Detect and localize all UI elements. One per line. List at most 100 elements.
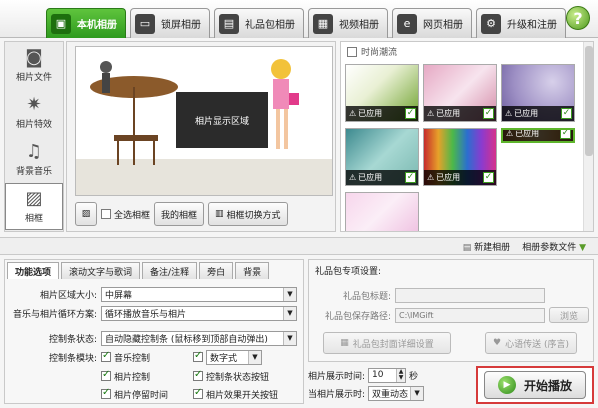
photo-ctrl-option[interactable]: 相片控制 — [101, 369, 193, 383]
wish-message-button[interactable]: ♥ 心语传送 (序言) — [485, 332, 577, 354]
applied-check-icon[interactable]: ✓ — [483, 108, 494, 119]
area-size-select[interactable]: 中屏幕 ▼ — [101, 286, 297, 302]
category-checkbox[interactable] — [347, 46, 357, 57]
my-frames-label: 我的相框 — [161, 210, 198, 221]
effect-switch-label: 相片效果开关按钮 — [206, 390, 279, 401]
start-play-button[interactable]: ▶ 开始播放 — [484, 371, 586, 399]
loop-select[interactable]: 循环播放音乐与相片 ▼ — [101, 305, 297, 321]
frame-thumbnail[interactable]: ⚠ 已应用 ✓ — [501, 64, 575, 122]
ctrl-module-row-2: 相片控制 控制条状态按钮 — [5, 368, 301, 384]
film-icon: ▦ — [313, 13, 333, 34]
applied-check-icon[interactable]: ✓ — [560, 130, 571, 139]
digital-option[interactable]: 数字式 ▼ — [193, 349, 266, 365]
chevron-down-icon: ▼ — [410, 386, 424, 400]
frame-gallery: 时尚潮流 ⚠ 已应用 ✓ ⚠ 已应用 ✓ ⚠ 已应用 ✓ ⚠ 已应用 ✓ ⚠ 已应用 ✓ ⚠ 已应用 ✓ — [340, 41, 594, 232]
digital-checkbox[interactable] — [193, 350, 203, 362]
frame-thumbnail-selected[interactable]: ⚠ 已应用 ✓ — [501, 128, 575, 143]
warning-icon: ⚠ — [506, 129, 514, 138]
applied-label: 已应用 — [514, 109, 539, 118]
gift-path-input[interactable]: C:\IMGift — [395, 307, 545, 323]
gift-title-input[interactable] — [395, 288, 545, 303]
tab-local-album[interactable]: ▣ 本机相册 — [46, 8, 126, 38]
album-param-file-link[interactable]: 相册参数文件 ▼ — [522, 240, 586, 253]
play-icon: ▶ — [497, 376, 516, 394]
new-album-link[interactable]: ▤ 新建相册 — [463, 240, 510, 253]
warning-icon: ⚠ — [427, 173, 435, 182]
my-frames-button[interactable]: 我的相框 — [154, 202, 205, 226]
tab-upgrade-register[interactable]: ⚙ 升级和注册 — [476, 8, 566, 38]
gallery-category[interactable]: 时尚潮流 — [347, 45, 397, 58]
frame-thumbnail[interactable]: ⚠ 已应用 ✓ — [423, 128, 497, 186]
frame-switch-mode-button[interactable]: ▥ 相框切换方式 — [208, 202, 288, 226]
warning-icon: ⚠ — [349, 173, 357, 182]
side-nav-label: 相片特效 — [15, 120, 52, 130]
frame-thumbnail[interactable]: ⚠ 已应用 ✓ — [345, 128, 419, 186]
select-all-checkbox[interactable] — [101, 209, 111, 219]
dropdown-arrow-icon: ▼ — [579, 243, 586, 253]
gift-title-label: 礼品包标题: — [342, 292, 391, 302]
tab-notes[interactable]: 备注/注释 — [142, 262, 198, 279]
applied-bar: ⚠ 已应用 ✓ — [424, 170, 496, 185]
photo-pause-option[interactable]: 相片停留时间 — [101, 387, 193, 401]
gift-cover-settings-button[interactable]: ▦ 礼品包封面详细设置 — [323, 332, 451, 354]
frame-thumbnail[interactable]: ⚠ 已应用 ✓ — [345, 64, 419, 122]
photo-ctrl-checkbox[interactable] — [101, 369, 111, 381]
tab-background[interactable]: 背景 — [235, 262, 270, 279]
photo-stage: 相片显示区域 — [75, 46, 333, 196]
applied-check-icon[interactable]: ✓ — [561, 108, 572, 119]
display-mode-value: 双重动态 — [372, 389, 409, 400]
tab-lockscreen-album[interactable]: ▭ 锁屏相册 — [130, 8, 210, 38]
gift-icon: ▦ — [340, 338, 349, 348]
display-time-stepper[interactable]: 10 ▲ ▼ — [368, 367, 407, 383]
image-icon-button[interactable]: ▨ — [75, 202, 97, 226]
applied-check-icon[interactable]: ✓ — [483, 172, 494, 183]
scrollbar-thumb[interactable] — [585, 46, 593, 156]
tab-gift-album[interactable]: ▤ 礼品包相册 — [214, 8, 304, 38]
music-ctrl-option[interactable]: 音乐控制 — [101, 350, 193, 364]
heart-icon: ♥ — [493, 338, 502, 348]
category-label: 时尚潮流 — [361, 48, 398, 58]
album-strip-actions: ▤ 新建相册 相册参数文件 ▼ — [463, 240, 586, 253]
digital-select[interactable]: 数字式 ▼ — [206, 349, 262, 365]
effect-switch-checkbox[interactable] — [193, 387, 203, 399]
warning-icon: ⚠ — [505, 109, 513, 118]
applied-label: 已应用 — [436, 109, 461, 118]
tab-label: 锁屏相册 — [161, 20, 201, 31]
display-mode-row: 当相片展示时: 双重动态 ▼ — [308, 384, 468, 402]
applied-check-icon[interactable]: ✓ — [405, 108, 416, 119]
music-ctrl-checkbox[interactable] — [101, 350, 111, 362]
gift-settings-panel: 礼品包专项设置: 礼品包标题: 礼品包保存路径: C:\IMGift 浏览 ▦ … — [308, 259, 594, 362]
side-nav: ◙ 相片文件 ✷ 相片特效 ♫ 背景音乐 ▨ 相框 — [4, 41, 64, 232]
frame-thumbnail[interactable] — [345, 192, 419, 231]
side-nav-photo-effects[interactable]: ✷ 相片特效 — [5, 89, 63, 136]
side-nav-label: 相框 — [24, 214, 43, 224]
gift-title-row: 礼品包标题: — [319, 288, 545, 303]
timing-controls: 相片展示时间: 10 ▲ ▼ 秒 当相片展示时: 双重动态 ▼ — [308, 366, 468, 404]
help-button[interactable]: ? — [566, 6, 590, 30]
gift-panel-title: 礼品包专项设置: — [315, 267, 382, 277]
ctrl-state-btn-checkbox[interactable] — [193, 369, 203, 381]
photo-pause-checkbox[interactable] — [101, 387, 111, 399]
frame-thumbnail[interactable]: ⚠ 已应用 ✓ — [423, 64, 497, 122]
select-all-frames[interactable]: 全选相框 — [101, 208, 150, 221]
side-nav-photo-files[interactable]: ◙ 相片文件 — [5, 42, 63, 89]
ctrl-state-select[interactable]: 自动隐藏控制条 (鼠标移到顶部自动弹出) ▼ — [101, 330, 297, 346]
loop-value: 循环播放音乐与相片 — [105, 309, 187, 320]
side-nav-bg-music[interactable]: ♫ 背景音乐 — [5, 136, 63, 183]
applied-bar: ⚠ 已应用 ✓ — [346, 170, 418, 185]
tab-narration[interactable]: 旁白 — [199, 262, 234, 279]
browse-button[interactable]: 浏览 — [549, 307, 589, 323]
tab-function-options[interactable]: 功能选项 — [7, 262, 60, 279]
gallery-scrollbar[interactable] — [583, 42, 593, 231]
tab-video-album[interactable]: ▦ 视频相册 — [308, 8, 388, 38]
spin-arrows-icon[interactable]: ▲ ▼ — [396, 368, 406, 382]
start-label: 开始播放 — [523, 378, 572, 393]
side-nav-frame[interactable]: ▨ 相框 — [5, 183, 63, 230]
seconds-unit: 秒 — [409, 371, 419, 382]
applied-check-icon[interactable]: ✓ — [405, 172, 416, 183]
tab-scroll-text[interactable]: 滚动文字与歌词 — [61, 262, 141, 279]
ctrl-state-btn-option[interactable]: 控制条状态按钮 — [193, 369, 269, 383]
effect-switch-option[interactable]: 相片效果开关按钮 — [193, 387, 279, 401]
tab-web-album[interactable]: e 网页相册 — [392, 8, 472, 38]
display-mode-select[interactable]: 双重动态 ▼ — [368, 385, 425, 401]
